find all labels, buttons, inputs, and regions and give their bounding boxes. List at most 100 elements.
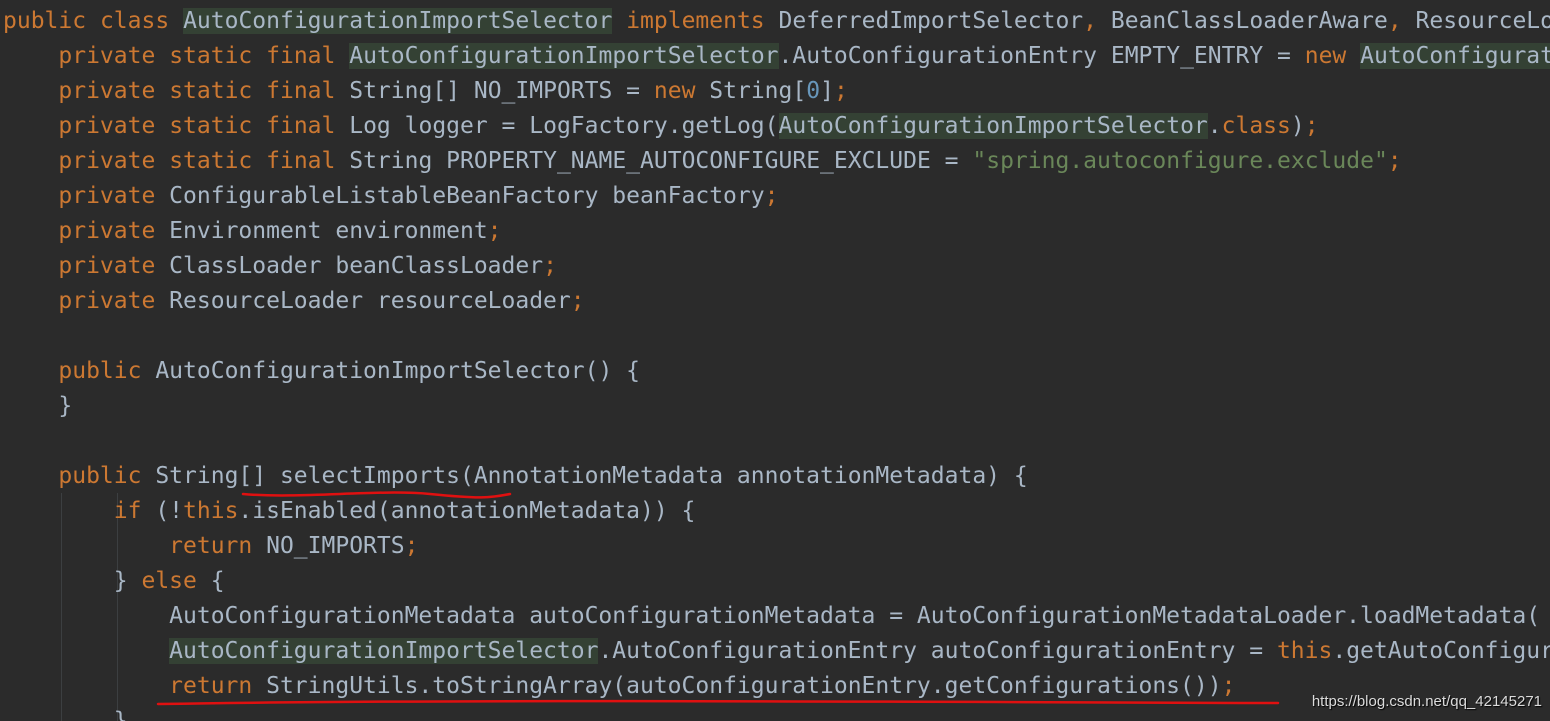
code-token: BeanClassLoaderAware [1097,8,1388,34]
code-token: AutoConfigurationImportSelector() { [141,358,640,384]
code-token: { [196,568,225,594]
keyword-token: ; [1387,148,1402,174]
keyword-token: class [99,8,170,34]
code-line[interactable]: AutoConfigurationImportSelector.AutoConf… [3,634,1550,669]
keyword-token: new [653,78,696,104]
keyword-token: private [58,113,156,139]
keyword-token: static [169,148,253,174]
code-token: } [113,568,142,594]
code-token: } [58,393,73,419]
code-token: AutoConfigurationImportSelector [778,113,1208,139]
code-line[interactable]: } [3,389,72,424]
keyword-token: this [1276,638,1333,664]
code-line[interactable]: } else { [3,564,225,599]
keyword-token: final [266,43,336,69]
keyword-token: if [113,498,142,524]
code-token: . [1207,113,1222,139]
keyword-token: ; [1304,113,1319,139]
code-line[interactable]: if (!this.isEnabled(annotationMetadata))… [3,494,696,529]
code-line[interactable]: return StringUtils.toStringArray(autoCon… [3,669,1235,704]
code-token: Log logger = LogFactory.getLog( [335,113,779,139]
keyword-token: private [58,288,156,314]
keyword-token: private [58,183,156,209]
keyword-token: static [169,43,253,69]
keyword-token: ; [764,183,779,209]
code-line[interactable]: private static final AutoConfigurationIm… [3,39,1550,74]
keyword-token: , [1083,8,1098,34]
code-line[interactable]: private Environment environment; [3,214,502,249]
keyword-token: implements [626,8,765,34]
code-token: NO_IMPORTS [252,533,405,559]
keyword-token: , [1387,8,1402,34]
code-line[interactable]: private ClassLoader beanClassLoader; [3,249,557,284]
keyword-token: final [266,78,336,104]
code-line[interactable]: private static final String PROPERTY_NAM… [3,144,1402,179]
code-line[interactable]: private ResourceLoader resourceLoader; [3,284,585,319]
keyword-token: new [1304,43,1347,69]
code-token: StringUtils.toStringArray(autoConfigurat… [252,673,1222,699]
string-token: "spring.autoconfigure.exclude" [972,148,1388,174]
number-token: 0 [806,78,821,104]
code-line[interactable]: } [3,704,128,721]
code-line[interactable]: AutoConfigurationMetadata autoConfigurat… [3,599,1540,634]
code-token: AutoConfigurationImportSelector [349,43,779,69]
keyword-token: public [3,8,87,34]
code-line[interactable]: private ConfigurableListableBeanFactory … [3,179,778,214]
keyword-token: static [169,113,253,139]
keyword-token: public [58,463,142,489]
code-line[interactable]: private static final String[] NO_IMPORTS… [3,74,848,109]
watermark-url: https://blog.csdn.net/qq_42145271 [1311,693,1542,710]
code-token: String PROPERTY_NAME_AUTOCONFIGURE_EXCLU… [335,148,973,174]
code-token: (! [141,498,184,524]
keyword-token: else [141,568,197,594]
code-line[interactable]: public class AutoConfigurationImportSele… [3,4,1550,39]
code-line[interactable]: public String[] selectImports(Annotation… [3,459,1028,494]
keyword-token: private [58,78,156,104]
code-token: .AutoConfigurationEntry autoConfiguratio… [598,638,1277,664]
keyword-token: final [266,148,336,174]
code-token: } [113,708,128,721]
code-token: ClassLoader beanClassLoader [155,253,544,279]
code-token: String[] selectImports(AnnotationMetadat… [141,463,1028,489]
keyword-token: static [169,78,253,104]
code-token: DeferredImportSelector [764,8,1084,34]
code-token: AutoConfigurationImportSelector [183,8,613,34]
code-token: AutoConfigurationMetadata autoConfigurat… [169,603,1541,629]
code-token: .getAutoConfigurationEntry( [1332,638,1550,664]
keyword-token: ; [570,288,585,314]
keyword-token: final [266,113,336,139]
code-line[interactable]: return NO_IMPORTS; [3,529,418,564]
code-token: ConfigurableListableBeanFactory beanFact… [155,183,765,209]
code-line[interactable]: private static final Log logger = LogFac… [3,109,1319,144]
keyword-token: ; [487,218,502,244]
code-editor[interactable]: public class AutoConfigurationImportSele… [0,0,1550,721]
keyword-token: ; [833,78,848,104]
keyword-token: private [58,43,156,69]
code-line[interactable]: public AutoConfigurationImportSelector()… [3,354,640,389]
keyword-token: ; [1221,673,1236,699]
keyword-token: private [58,253,156,279]
